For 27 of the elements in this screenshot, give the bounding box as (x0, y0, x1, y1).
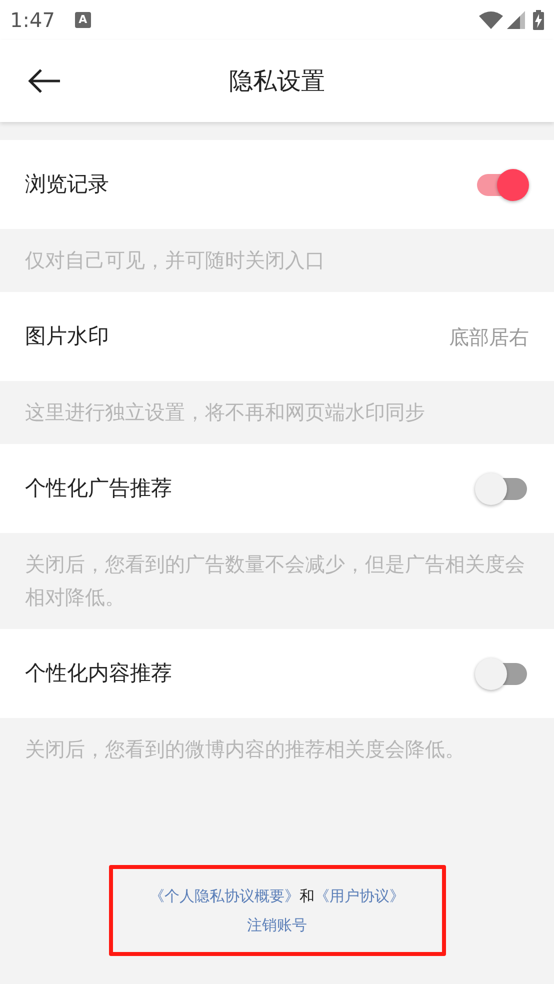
setting-description: 仅对自己可见，并可随时关闭入口 (25, 247, 326, 274)
settings-row[interactable]: 浏览记录 (0, 140, 554, 229)
setting-label: 图片水印 (25, 322, 109, 350)
setting-label: 个性化内容推荐 (25, 660, 172, 687)
setting-description: 关闭后，您看到的微博内容的推荐相关度会降低。 (25, 736, 466, 763)
page-title: 隐私设置 (229, 66, 325, 97)
setting-label: 个性化广告推荐 (25, 474, 172, 502)
signal-icon (507, 11, 525, 29)
setting-value: 底部居右 (449, 324, 529, 350)
cancel-account-link[interactable]: 注销账号 (247, 914, 307, 936)
toggle-switch[interactable] (475, 168, 529, 200)
wifi-icon (479, 10, 503, 30)
status-time: 1:47 (10, 7, 55, 34)
settings-row[interactable]: 个性化广告推荐 (0, 444, 554, 533)
battery-charging-icon (533, 10, 544, 30)
setting-label: 浏览记录 (25, 170, 109, 198)
setting-description: 关闭后，您看到的广告数量不会减少，但是广告相关度会相对降低。 (25, 551, 526, 611)
privacy-policy-link[interactable]: 《个人隐私协议概要》 (150, 887, 300, 905)
agreement-links-text: 《个人隐私协议概要》和《用户协议》 (150, 886, 404, 907)
notification-icon: A (74, 12, 91, 28)
settings-row[interactable]: 图片水印 底部居右 (0, 292, 554, 381)
toggle-switch[interactable] (475, 472, 529, 504)
toggle-switch[interactable] (475, 658, 529, 690)
back-arrow-icon (27, 68, 61, 94)
user-agreement-link[interactable]: 《用户协议》 (314, 887, 404, 905)
settings-row[interactable]: 个性化内容推荐 (0, 629, 554, 718)
setting-description: 这里进行独立设置，将不再和网页端水印同步 (25, 399, 426, 426)
